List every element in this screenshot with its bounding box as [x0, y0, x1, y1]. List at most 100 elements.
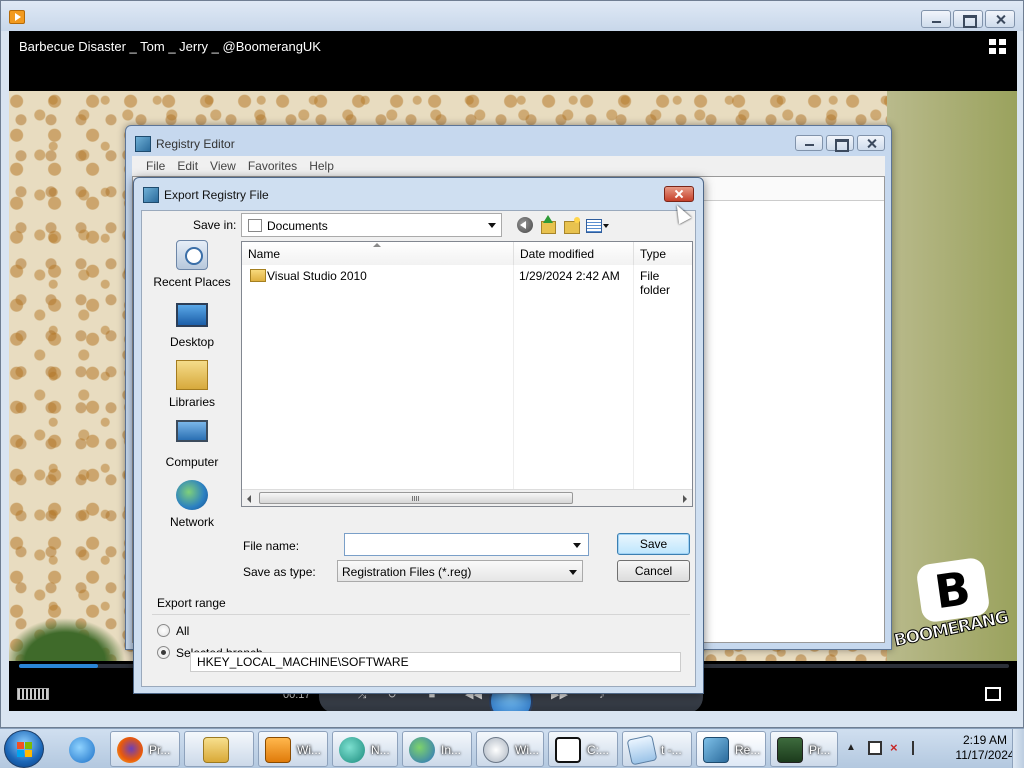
- taskbar-item-label: Pr...: [809, 743, 831, 757]
- menu-file[interactable]: File: [140, 159, 171, 173]
- chevron-down-icon: [488, 223, 496, 228]
- cancel-button[interactable]: Cancel: [617, 560, 690, 582]
- taskbar-item-network-app[interactable]: N...: [332, 731, 398, 767]
- place-libraries[interactable]: Libraries: [143, 360, 241, 418]
- menu-edit[interactable]: Edit: [171, 159, 204, 173]
- place-label: Computer: [165, 455, 219, 469]
- place-desktop[interactable]: Desktop: [143, 300, 241, 358]
- taskbar-item-internet-explorer[interactable]: [58, 731, 106, 767]
- regedit-maximize-button[interactable]: [826, 135, 854, 152]
- switch-to-library-icon[interactable]: [985, 687, 1001, 701]
- save-as-type-value: Registration Files (*.reg): [342, 565, 472, 579]
- file-row[interactable]: Visual Studio 2010 1/29/2024 2:42 AM Fil…: [242, 266, 692, 297]
- taskbar-item-media-player[interactable]: Wi...: [258, 731, 328, 767]
- up-one-level-icon[interactable]: [539, 215, 557, 234]
- menu-help[interactable]: Help: [303, 159, 340, 173]
- player-titlebar[interactable]: [1, 1, 1023, 31]
- regedit-dialog-icon: [143, 187, 159, 203]
- dialog-titlebar[interactable]: Export Registry File: [134, 178, 703, 210]
- taskbar-item-explorer[interactable]: [184, 731, 254, 767]
- scrollbar-thumb[interactable]: [259, 492, 573, 504]
- file-type-cell: File folder: [640, 269, 671, 297]
- volume-muted-icon[interactable]: ×: [890, 741, 904, 755]
- scroll-left-icon[interactable]: [247, 495, 251, 503]
- maximize-button[interactable]: [953, 10, 983, 28]
- file-list[interactable]: Name Date modified Type Visual Studio 20…: [241, 241, 693, 507]
- network-app-icon: [339, 737, 365, 763]
- horizontal-scrollbar[interactable]: [242, 489, 692, 506]
- volume-level-icon[interactable]: [17, 688, 49, 700]
- minimize-button[interactable]: [921, 10, 951, 28]
- clock[interactable]: 2:19 AM 11/17/2024: [952, 733, 1018, 763]
- network-status-icon[interactable]: [868, 741, 882, 755]
- regedit-menubar: File Edit View Favorites Help: [132, 156, 885, 176]
- dialog-close-button[interactable]: [664, 186, 694, 202]
- video-title: Barbecue Disaster _ Tom _ Jerry _ @Boome…: [19, 39, 321, 54]
- system-tray: ▲ × 2:19 AM 11/17/2024: [844, 729, 1024, 768]
- column-header-name[interactable]: Name: [242, 242, 514, 265]
- radio-selected-branch-button[interactable]: [157, 646, 170, 659]
- action-center-flag-icon[interactable]: [912, 741, 926, 755]
- column-header-label: Name: [248, 247, 281, 261]
- taskbar-item-label: t -...: [661, 743, 682, 757]
- radio-all-label: All: [176, 624, 190, 638]
- seek-bar-progress: [19, 664, 99, 668]
- file-name-input[interactable]: [344, 533, 589, 556]
- taskbar-item-download-manager[interactable]: In...: [402, 731, 472, 767]
- column-divider: [513, 265, 514, 491]
- taskbar-item-7zip[interactable]: C:...: [548, 731, 618, 767]
- media-player-app-icon: [9, 10, 25, 24]
- taskbar-item-process[interactable]: Pr...: [770, 731, 838, 767]
- show-desktop-button[interactable]: [1012, 729, 1024, 768]
- regedit-minimize-button[interactable]: [795, 135, 823, 151]
- start-button[interactable]: [4, 730, 44, 768]
- 7zip-icon: [555, 737, 581, 763]
- regedit-close-button[interactable]: [857, 135, 885, 151]
- column-header-date-modified[interactable]: Date modified: [514, 242, 634, 265]
- new-folder-icon[interactable]: [563, 217, 581, 234]
- radio-all-button[interactable]: [157, 624, 170, 637]
- scroll-right-icon[interactable]: [683, 495, 687, 503]
- taskbar-item-label: Wi...: [515, 743, 539, 757]
- places-bar: Recent Places Desktop Libraries Computer…: [143, 240, 241, 530]
- save-in-value: Documents: [267, 219, 328, 233]
- export-range-title: Export range: [157, 596, 226, 610]
- regedit-titlebar[interactable]: Registry Editor: [126, 126, 891, 156]
- file-name-label: File name:: [243, 539, 300, 553]
- computer-icon: [176, 420, 208, 442]
- menu-favorites[interactable]: Favorites: [242, 159, 303, 173]
- explorer-folder-icon: [203, 737, 229, 763]
- close-button[interactable]: [985, 10, 1015, 28]
- save-as-type-dropdown[interactable]: Registration Files (*.reg): [337, 560, 583, 582]
- view-menu-icon[interactable]: [586, 217, 612, 233]
- internet-explorer-icon: [69, 737, 95, 763]
- selected-branch-field[interactable]: HKEY_LOCAL_MACHINE\SOFTWARE: [190, 652, 681, 672]
- taskbar-item-regedit[interactable]: Re...: [696, 731, 766, 767]
- playlist-toggle-icon[interactable]: [989, 39, 1007, 55]
- save-as-type-label: Save as type:: [243, 565, 316, 579]
- show-hidden-icons-icon[interactable]: ▲: [846, 741, 860, 755]
- taskbar-item-label: Pr...: [149, 743, 171, 757]
- folder-icon: [250, 269, 266, 282]
- regedit-caption-buttons: [795, 135, 885, 152]
- libraries-icon: [176, 360, 208, 390]
- place-label: Libraries: [168, 395, 216, 409]
- place-label: Recent Places: [153, 275, 231, 289]
- boomerang-logo: BOOMERANG: [892, 556, 1013, 671]
- windows-app-icon: [483, 737, 509, 763]
- taskbar-item-windows-app[interactable]: Wi...: [476, 731, 544, 767]
- menu-view[interactable]: View: [204, 159, 242, 173]
- back-icon[interactable]: [517, 217, 533, 233]
- taskbar-item-notepad[interactable]: t -...: [622, 731, 692, 767]
- place-computer[interactable]: Computer: [143, 420, 241, 478]
- network-icon: [176, 480, 208, 510]
- place-network[interactable]: Network: [143, 480, 241, 538]
- taskbar: Pr... Wi... N... In... Wi... C:... t -..…: [0, 728, 1024, 768]
- taskbar-item-firefox[interactable]: Pr...: [110, 731, 180, 767]
- save-in-dropdown[interactable]: Documents: [241, 213, 502, 237]
- save-button[interactable]: Save: [617, 533, 690, 555]
- place-recent-places[interactable]: Recent Places: [143, 240, 241, 298]
- column-header-type[interactable]: Type: [634, 242, 692, 265]
- file-name-history-chevron-icon[interactable]: [573, 543, 581, 548]
- place-label: Desktop: [169, 335, 215, 349]
